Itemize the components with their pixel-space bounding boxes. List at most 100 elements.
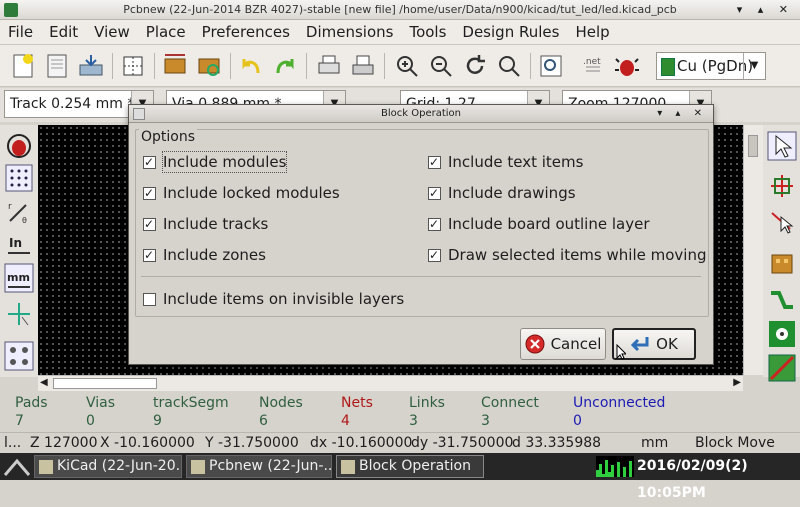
drc-bug-icon[interactable] bbox=[612, 51, 642, 81]
horizontal-scrollbar[interactable]: ◀ ▶ bbox=[38, 375, 743, 391]
include-board-outline-layer-checkbox[interactable]: Include board outline layer bbox=[428, 214, 650, 234]
task-pcbnew[interactable]: Pcbnew (22-Jun-... bbox=[186, 455, 332, 478]
msg-label: Nodes bbox=[259, 395, 303, 411]
menu-dimensions[interactable]: Dimensions bbox=[298, 23, 402, 41]
undo-icon[interactable] bbox=[236, 51, 266, 81]
include-locked-modules-checkbox[interactable]: Include locked modules bbox=[143, 183, 340, 203]
toolbar-separator bbox=[230, 53, 231, 79]
vertical-scrollbar[interactable] bbox=[743, 125, 763, 375]
menu-file[interactable]: File bbox=[0, 23, 41, 41]
msg-label: Links bbox=[409, 395, 445, 411]
add-via-icon[interactable] bbox=[767, 319, 797, 349]
redo-icon[interactable] bbox=[270, 51, 300, 81]
menu-preferences[interactable]: Preferences bbox=[194, 23, 298, 41]
checkbox-box[interactable] bbox=[143, 292, 156, 306]
dialog-window-controls[interactable]: ▾ ▴ ✕ bbox=[657, 105, 707, 123]
redraw-icon[interactable] bbox=[460, 51, 490, 81]
msg-nodes: Nodes 6 bbox=[259, 394, 303, 430]
checkbox-box[interactable] bbox=[143, 185, 156, 201]
highlight-net-icon[interactable] bbox=[767, 171, 797, 201]
select-arrow-icon[interactable] bbox=[767, 131, 797, 161]
scroll-left-icon[interactable]: ◀ bbox=[40, 377, 48, 388]
msg-value: 3 bbox=[481, 413, 490, 429]
toolbar-separator bbox=[112, 53, 113, 79]
module-viewer-icon[interactable] bbox=[194, 51, 224, 81]
msg-value: 0 bbox=[86, 413, 95, 429]
track-width-value: Track 0.254 mm * bbox=[10, 96, 135, 112]
cancel-button[interactable]: Cancel bbox=[520, 328, 606, 360]
page-settings-icon[interactable] bbox=[118, 51, 148, 81]
svg-text:.net: .net bbox=[583, 57, 601, 67]
taskbar: KiCad (22-Jun-20... Pcbnew (22-Jun-... B… bbox=[0, 453, 800, 501]
checkbox-box[interactable] bbox=[143, 247, 156, 263]
scroll-right-icon[interactable]: ▶ bbox=[733, 377, 741, 388]
msg-nets: Nets 4 bbox=[341, 394, 373, 430]
include-tracks-checkbox[interactable]: Include tracks bbox=[143, 214, 268, 234]
save-board-icon[interactable] bbox=[76, 51, 106, 81]
msg-label: Vias bbox=[86, 395, 116, 411]
dialog-icon bbox=[133, 108, 145, 120]
scrollbar-thumb[interactable] bbox=[53, 378, 157, 389]
menu-help[interactable]: Help bbox=[567, 23, 617, 41]
checkbox-box[interactable] bbox=[428, 185, 441, 201]
menu-view[interactable]: View bbox=[86, 23, 138, 41]
zoom-fit-icon[interactable] bbox=[494, 51, 524, 81]
draw-selected-items-checkbox[interactable]: Draw selected items while moving bbox=[428, 245, 706, 265]
mouse-cursor-icon bbox=[616, 344, 626, 360]
msg-pads: Pads 7 bbox=[15, 394, 48, 430]
include-text-items-checkbox[interactable]: Include text items bbox=[428, 152, 583, 172]
local-ratsnest-icon[interactable] bbox=[767, 207, 797, 237]
menu-place[interactable]: Place bbox=[138, 23, 194, 41]
polar-coords-icon[interactable]: rθ bbox=[4, 197, 34, 227]
print-icon[interactable] bbox=[314, 51, 344, 81]
svg-text:mm: mm bbox=[7, 271, 30, 284]
add-module-icon[interactable] bbox=[767, 249, 797, 279]
add-zone-icon[interactable] bbox=[767, 353, 797, 383]
status-zoom: Z 127000 bbox=[30, 435, 98, 451]
options-group-label: Options bbox=[139, 129, 198, 145]
msg-links: Links 3 bbox=[409, 394, 445, 430]
start-menu-icon[interactable] bbox=[4, 457, 30, 477]
checkbox-box[interactable] bbox=[143, 154, 156, 170]
cursor-shape-icon[interactable] bbox=[4, 299, 34, 329]
checkbox-label: Include board outline layer bbox=[448, 215, 650, 233]
task-block-operation[interactable]: Block Operation bbox=[336, 455, 484, 478]
checkbox-box[interactable] bbox=[428, 154, 441, 170]
task-kicad[interactable]: KiCad (22-Jun-20... bbox=[34, 455, 182, 478]
checkbox-box[interactable] bbox=[428, 247, 441, 263]
msg-unconnected: Unconnected 0 bbox=[573, 394, 665, 430]
window-controls[interactable]: ▾ ▴ ✕ bbox=[737, 0, 794, 20]
taskbar-clock[interactable]: 2016/02/09(2) 10:05PM bbox=[637, 453, 800, 507]
include-modules-checkbox[interactable]: Include modules bbox=[143, 151, 288, 173]
menu-edit[interactable]: Edit bbox=[41, 23, 86, 41]
menu-tools[interactable]: Tools bbox=[401, 23, 454, 41]
zoom-out-icon[interactable] bbox=[426, 51, 456, 81]
add-track-icon[interactable] bbox=[767, 285, 797, 315]
find-icon[interactable] bbox=[536, 51, 566, 81]
checkbox-box[interactable] bbox=[143, 216, 156, 232]
inch-units-icon[interactable]: In bbox=[4, 229, 34, 259]
svg-text:θ: θ bbox=[22, 216, 27, 225]
plot-icon[interactable] bbox=[348, 51, 378, 81]
netlist-icon[interactable]: .net bbox=[578, 51, 608, 81]
open-board-icon[interactable] bbox=[42, 51, 72, 81]
include-drawings-checkbox[interactable]: Include drawings bbox=[428, 183, 576, 203]
include-zones-checkbox[interactable]: Include zones bbox=[143, 245, 266, 265]
grid-toggle-icon[interactable] bbox=[4, 163, 34, 193]
kicad-task-icon bbox=[39, 460, 53, 474]
layer-select[interactable]: Cu (PgDn) ▼ bbox=[656, 52, 766, 80]
task-label: KiCad (22-Jun-20... bbox=[57, 458, 182, 474]
mm-units-icon[interactable]: mm bbox=[4, 263, 34, 293]
task-label: Pcbnew (22-Jun-... bbox=[209, 458, 332, 474]
ratsnest-icon[interactable] bbox=[4, 341, 34, 371]
drc-off-icon[interactable] bbox=[4, 131, 34, 161]
msg-label: Pads bbox=[15, 395, 48, 411]
checkbox-label: Include tracks bbox=[163, 215, 269, 233]
scrollbar-thumb[interactable] bbox=[748, 135, 758, 157]
menu-design-rules[interactable]: Design Rules bbox=[454, 23, 567, 41]
new-board-icon[interactable] bbox=[8, 51, 38, 81]
include-invisible-layers-checkbox[interactable]: Include items on invisible layers bbox=[143, 289, 404, 309]
checkbox-box[interactable] bbox=[428, 216, 441, 232]
zoom-in-icon[interactable] bbox=[392, 51, 422, 81]
module-editor-icon[interactable] bbox=[160, 51, 190, 81]
